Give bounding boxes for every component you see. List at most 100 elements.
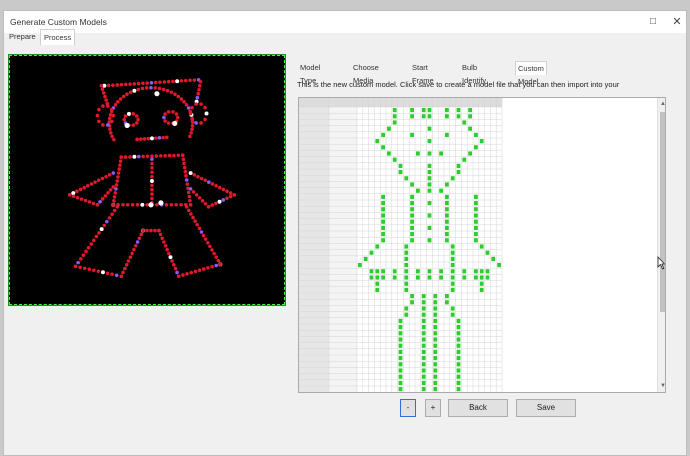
light-bulb: [150, 166, 154, 170]
light-bulb: [111, 203, 116, 207]
bulb-cell: [456, 331, 461, 336]
bulb-cell: [456, 318, 461, 323]
light-bulb: [121, 270, 125, 275]
close-icon[interactable]: ✕: [668, 14, 686, 30]
light-bulb: [140, 202, 145, 207]
light-bulb: [217, 185, 222, 190]
light-bulb: [214, 183, 218, 188]
bulb-cell: [404, 275, 409, 280]
scroll-down-icon[interactable]: ▼: [659, 382, 665, 390]
bulb-cell: [410, 300, 414, 305]
bulb-cell: [421, 318, 426, 323]
bulb-cell: [421, 380, 426, 385]
tab-bulb-identify[interactable]: Bulb Identify: [460, 61, 488, 85]
bulb-cell: [404, 269, 409, 274]
light-bulb: [130, 203, 135, 207]
light-bulb: [91, 201, 96, 206]
light-bulb: [164, 203, 169, 207]
light-bulb: [191, 215, 195, 220]
bulb-cell: [398, 343, 403, 348]
light-bulb: [142, 137, 147, 141]
light-bulb: [162, 80, 167, 84]
light-bulb: [96, 178, 101, 183]
tab-start-frame[interactable]: Start Frame: [410, 61, 436, 85]
light-bulb: [110, 134, 114, 139]
bulb-cell: [404, 306, 409, 311]
tab-custom-model[interactable]: Custom Model: [515, 61, 547, 86]
back-button[interactable]: Back: [448, 399, 508, 417]
light-bulb: [109, 131, 113, 135]
light-bulb: [185, 182, 190, 186]
bulb-cell: [456, 356, 461, 361]
bulb-cell: [410, 108, 414, 113]
light-bulb: [100, 197, 105, 201]
light-bulb: [119, 274, 123, 279]
bulb-cell: [375, 139, 380, 144]
bulb-cell: [445, 108, 449, 113]
light-bulb: [197, 226, 202, 231]
light-bulb: [201, 233, 206, 238]
light-bulb: [118, 97, 123, 101]
tab-choose-media[interactable]: Choose Media: [351, 61, 381, 85]
title-bar: Generate Custom Models □ ✕: [4, 11, 686, 33]
save-button[interactable]: Save: [516, 399, 576, 417]
light-bulb: [154, 154, 159, 158]
bulb-cell: [479, 139, 484, 144]
light-bulb: [167, 251, 171, 256]
light-bulb: [140, 86, 145, 91]
tab-prepare[interactable]: Prepare: [6, 29, 39, 45]
bulb-cell: [456, 170, 461, 175]
bulb-cell: [392, 114, 397, 119]
light-bulb: [145, 154, 150, 159]
light-bulb: [186, 208, 191, 213]
light-bulb: [108, 127, 112, 132]
bulb-cell: [410, 238, 414, 243]
bulb-cell: [398, 163, 403, 168]
light-bulb: [131, 123, 136, 127]
bulb-cell: [375, 281, 380, 286]
light-bulb: [83, 198, 88, 203]
bulb-cell: [427, 225, 432, 230]
bulb-cell: [450, 244, 455, 249]
light-bulb: [136, 117, 140, 122]
scrollbar-thumb[interactable]: [660, 112, 665, 312]
bulb-cell: [358, 263, 362, 268]
tab-process[interactable]: Process: [40, 29, 76, 45]
light-bulb: [157, 228, 161, 233]
light-bulb-highlight: [148, 202, 154, 208]
maximize-icon[interactable]: □: [644, 14, 662, 30]
vertical-scrollbar[interactable]: ▲ ▼: [657, 98, 665, 392]
bulb-cell: [456, 337, 461, 342]
light-bulb: [145, 228, 149, 233]
light-bulb: [171, 79, 175, 84]
light-bulb: [105, 219, 109, 224]
bulb-cell: [427, 114, 432, 119]
bulb-cell: [479, 281, 484, 286]
bulb-cell: [427, 108, 432, 113]
light-bulb: [97, 231, 101, 235]
zoom-out-button[interactable]: -: [400, 399, 416, 417]
bulb-cell: [421, 374, 426, 379]
light-bulb: [82, 266, 87, 271]
light-bulb: [189, 131, 193, 135]
scroll-up-icon[interactable]: ▲: [659, 100, 665, 108]
bulb-cell: [404, 250, 409, 255]
light-bulb: [106, 123, 110, 127]
zoom-in-button[interactable]: +: [425, 399, 441, 417]
light-bulb: [114, 273, 119, 278]
custom-model-grid[interactable]: ▲ ▼: [298, 97, 666, 393]
light-bulb: [165, 135, 169, 140]
light-bulb: [123, 155, 128, 159]
bulb-cell: [445, 132, 449, 137]
tab-model-type[interactable]: Model Type: [298, 61, 322, 85]
light-bulb: [104, 98, 108, 102]
light-bulb: [112, 137, 116, 142]
light-bulb: [135, 137, 139, 142]
light-bulb: [89, 242, 94, 246]
bulb-cell: [433, 374, 438, 379]
bulb-cell: [381, 238, 385, 243]
bulb-cell: [468, 108, 472, 113]
bulb-cell: [410, 182, 414, 187]
light-bulb: [132, 154, 137, 159]
light-bulb: [197, 268, 202, 273]
